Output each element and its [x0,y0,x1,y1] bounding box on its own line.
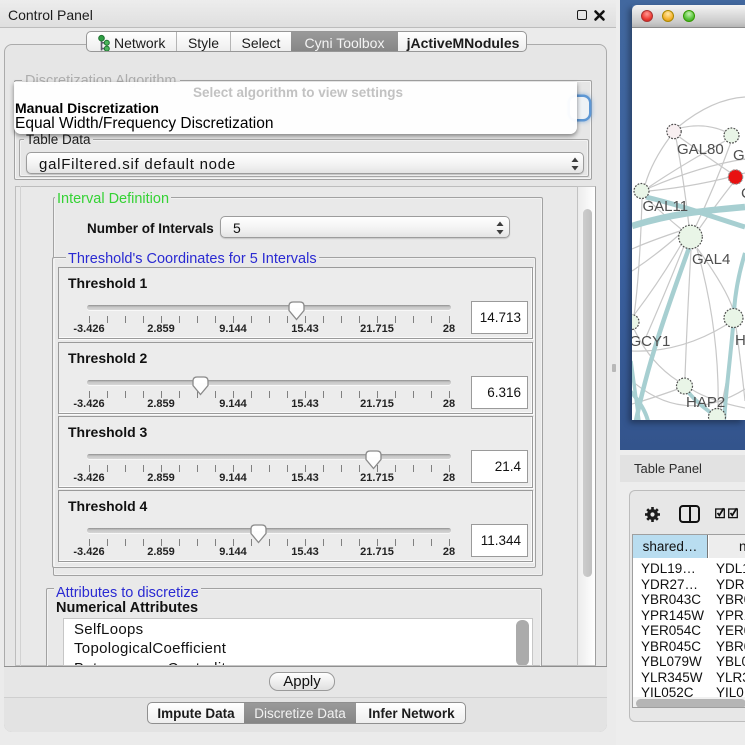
svg-text:HI: HI [735,332,745,349]
svg-text:GAL80: GAL80 [677,141,724,158]
svg-text:GA: GA [733,147,745,164]
svg-text:GAL11: GAL11 [643,198,689,215]
svg-text:GCY1: GCY1 [632,333,670,350]
svg-text:C: C [741,185,745,202]
svg-text:GAL4: GAL4 [692,251,730,268]
svg-text:HAP2: HAP2 [686,394,725,411]
